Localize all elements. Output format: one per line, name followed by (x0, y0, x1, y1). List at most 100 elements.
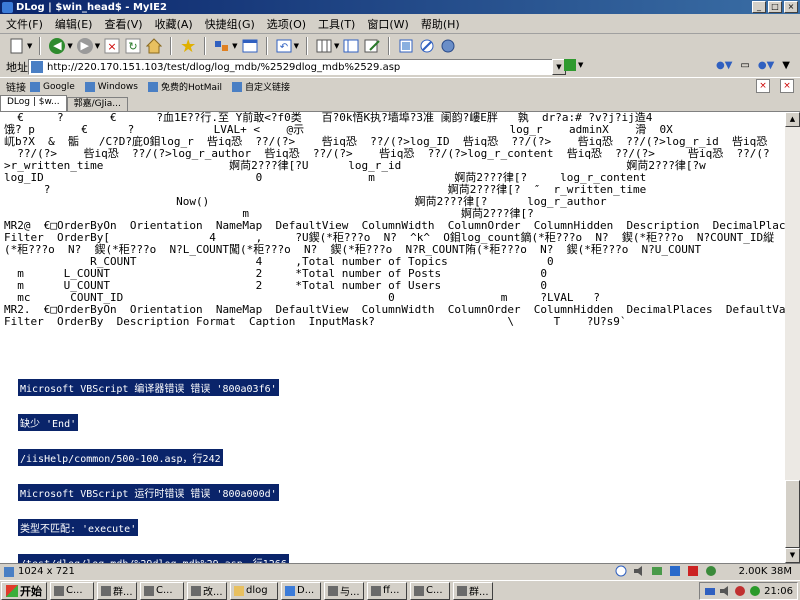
chevron-down-icon[interactable]: ▼ (782, 60, 790, 71)
app-icon (101, 585, 111, 596)
new-page-icon[interactable] (8, 37, 26, 55)
favorites-star-icon[interactable]: ★ (179, 36, 197, 57)
menu-favorites[interactable]: 收藏(A) (149, 16, 199, 32)
script-icon[interactable] (669, 565, 681, 577)
close-tab-icon[interactable]: × (756, 79, 770, 93)
close-all-icon[interactable]: × (780, 79, 794, 93)
vertical-scrollbar[interactable]: ▲ ▼ (785, 112, 800, 563)
refresh-icon[interactable]: ↻ (124, 37, 142, 55)
error-line: /test/dlog/log_mdb/%29dlog_mdb%29.asp，行1… (18, 554, 289, 563)
panel-icon[interactable] (342, 37, 360, 55)
taskbar-button[interactable]: 群... (97, 581, 137, 600)
status-bar: 1024 x 721 2.00K 38M (0, 563, 800, 579)
link-google[interactable]: Google (30, 81, 75, 92)
chevron-down-icon[interactable]: ▼ (578, 61, 583, 69)
maximize-button[interactable]: □ (768, 1, 782, 13)
taskbar-button-label: C... (156, 585, 173, 596)
svg-text:↻: ↻ (129, 40, 138, 53)
tab-gjia[interactable]: 郭嘉/GJia... (66, 97, 128, 111)
title-bar: DLog | $win_head$ - MyIE2 _ □ × (0, 0, 800, 14)
network-icon[interactable] (704, 585, 716, 597)
taskbar-button-label: C... (426, 585, 443, 596)
error-line: 缺少 'End' (18, 414, 79, 431)
taskbar-button-label: C... (66, 585, 83, 596)
start-button[interactable]: 开始 (1, 581, 47, 600)
chevron-down-icon[interactable]: ▼ (334, 42, 339, 50)
window-icon[interactable] (241, 37, 259, 55)
activex-icon[interactable] (687, 565, 699, 577)
menu-edit[interactable]: 编辑(E) (49, 16, 99, 32)
taskbar-button[interactable]: 与... (324, 581, 364, 600)
taskbar-button[interactable]: C... (140, 581, 184, 600)
home-icon[interactable] (145, 37, 163, 55)
search-engine-icon[interactable]: ●▼ (716, 60, 732, 71)
taskbar-button[interactable]: C... (50, 581, 94, 600)
scroll-thumb[interactable] (785, 480, 800, 548)
antivirus-icon[interactable] (734, 585, 746, 597)
scroll-down-icon[interactable]: ▼ (785, 548, 800, 563)
chevron-down-icon[interactable]: ▼ (232, 42, 237, 50)
go-button[interactable]: ▼ (564, 59, 583, 71)
taskbar-button-label: D... (297, 585, 315, 596)
image-toggle-icon[interactable] (397, 37, 415, 55)
link-label: 自定义链接 (245, 83, 291, 93)
block-icon[interactable] (418, 37, 436, 55)
app-icon (54, 585, 64, 596)
window-controls: _ □ × (752, 1, 798, 13)
image-icon[interactable] (651, 565, 663, 577)
chevron-down-icon[interactable]: ▼ (294, 42, 299, 50)
toolbar-separator (170, 37, 173, 55)
volume-icon[interactable] (719, 585, 731, 597)
window-title: DLog | $win_head$ - MyIE2 (16, 1, 167, 13)
forward-icon[interactable]: ▶ (76, 37, 94, 55)
edit-icon[interactable] (363, 37, 381, 55)
back-icon[interactable]: ◀ (48, 37, 66, 55)
popup-blocker-icon[interactable] (615, 565, 627, 577)
taskbar-button[interactable]: C... (410, 581, 450, 600)
menu-window[interactable]: 窗口(W) (361, 16, 414, 32)
stop-icon[interactable]: × (103, 37, 121, 55)
tab-dlog[interactable]: DLog | $w... (0, 95, 67, 111)
page-content: € ? € ?血1E??行.至 Y前敢<?f0类 百?0k悟K执?墙埠?3准 阑… (0, 112, 785, 563)
columns-icon[interactable] (315, 37, 333, 55)
windows-logo-icon (6, 584, 18, 597)
search-box-icon[interactable]: ▭ (740, 60, 749, 71)
menu-options[interactable]: 选项(O) (261, 16, 312, 32)
taskbar-button-label: 与... (340, 587, 360, 598)
app-icon (191, 585, 201, 596)
close-button[interactable]: × (784, 1, 798, 13)
search-options-icon[interactable]: ●▼ (758, 60, 774, 71)
link-hotmail[interactable]: 免费的HotMail (147, 80, 223, 93)
chevron-down-icon[interactable]: ▼ (95, 42, 100, 50)
proxy-icon[interactable] (705, 565, 717, 577)
taskbar-button[interactable]: 改... (187, 581, 227, 600)
taskbar-button-label: ff... (383, 585, 400, 596)
address-input[interactable]: http://220.170.151.103/test/dlog/log_mdb… (28, 59, 558, 75)
page-icon (31, 61, 43, 73)
taskbar-button[interactable]: D... (281, 581, 321, 600)
globe-icon[interactable] (439, 37, 457, 55)
chevron-down-icon[interactable]: ▼ (67, 42, 72, 50)
sound-icon[interactable] (633, 565, 645, 577)
link-label: 免费的HotMail (160, 83, 223, 93)
link-windows[interactable]: Windows (84, 81, 138, 92)
undo-close-icon[interactable]: ↶ (275, 37, 293, 55)
tab-bar: DLog | $w... 郭嘉/GJia... (0, 95, 800, 112)
groups-icon[interactable] (213, 37, 231, 55)
chevron-down-icon[interactable]: ▼ (27, 42, 32, 50)
taskbar-button-label: 群... (113, 587, 133, 598)
menu-help[interactable]: 帮助(H) (415, 16, 466, 32)
messenger-icon[interactable] (749, 585, 761, 597)
taskbar-button[interactable]: dlog (230, 581, 278, 600)
menu-groups[interactable]: 快捷组(G) (199, 16, 261, 32)
scroll-up-icon[interactable]: ▲ (785, 112, 800, 127)
menu-file[interactable]: 文件(F) (0, 16, 49, 32)
menu-tools[interactable]: 工具(T) (312, 16, 361, 32)
toolbar-separator (265, 37, 268, 55)
taskbar-button[interactable]: 群... (453, 581, 493, 600)
link-custom[interactable]: 自定义链接 (232, 80, 290, 93)
minimize-button[interactable]: _ (752, 1, 766, 13)
links-label: 链接 (6, 83, 26, 94)
menu-view[interactable]: 查看(V) (98, 16, 148, 32)
taskbar-button[interactable]: ff... (367, 581, 407, 600)
